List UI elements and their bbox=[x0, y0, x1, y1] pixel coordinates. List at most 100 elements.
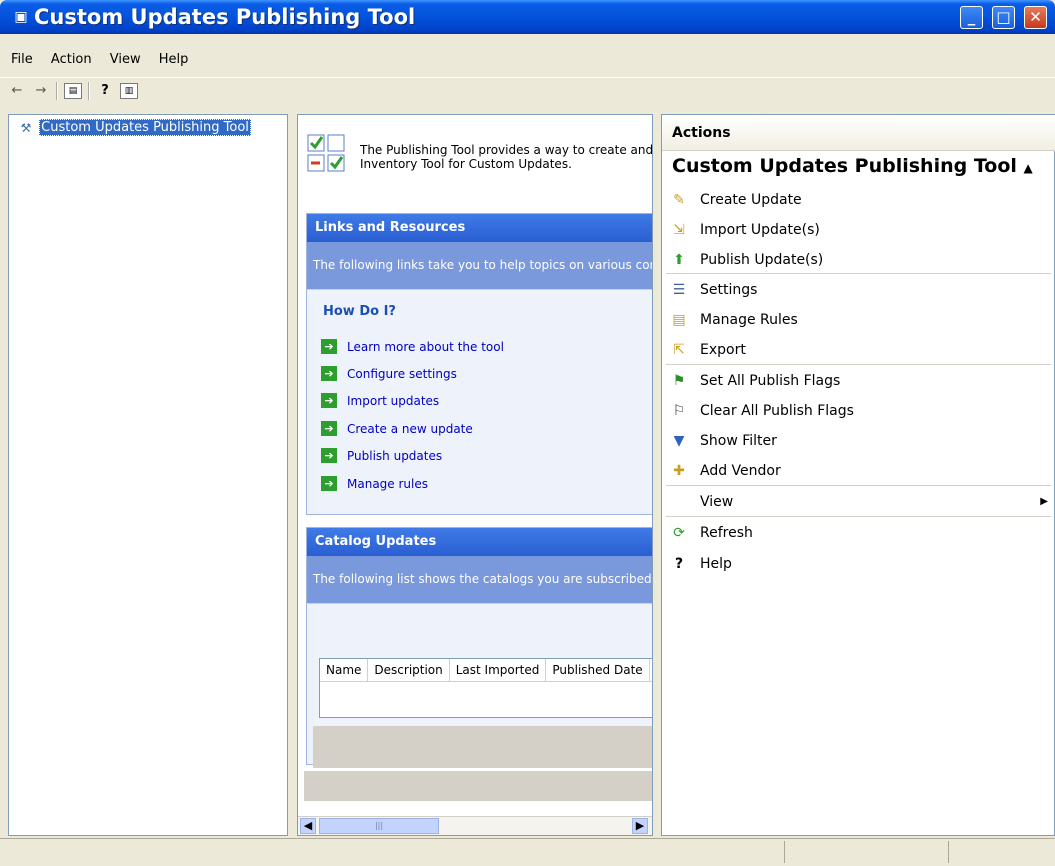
toolbar-separator bbox=[56, 82, 58, 100]
actions-pane: Actions Custom Updates Publishing Tool ▲… bbox=[661, 114, 1055, 836]
action-import-updates[interactable]: ⇲ Import Update(s) bbox=[662, 215, 1055, 245]
action-label: Create Update bbox=[700, 192, 802, 208]
menu-view[interactable]: View bbox=[103, 50, 148, 69]
results-pane: The Publishing Tool provides a way to cr… bbox=[297, 114, 653, 836]
action-export[interactable]: ⇱ Export bbox=[662, 335, 1055, 365]
link-manage-rules[interactable]: ➔ Manage rules bbox=[321, 476, 428, 496]
export-icon: ⇱ bbox=[673, 342, 685, 358]
actions-group-header[interactable]: Custom Updates Publishing Tool ▲ bbox=[672, 155, 1033, 177]
forward-arrow-icon[interactable]: → bbox=[30, 80, 52, 102]
link-import-updates[interactable]: ➔ Import updates bbox=[321, 393, 439, 413]
intro-line-2: Inventory Tool for Custom Updates. bbox=[360, 157, 572, 171]
tool-icon: ⚒ bbox=[20, 120, 32, 135]
arrow-right-icon: ➔ bbox=[321, 421, 337, 436]
howdoi-heading: How Do I? bbox=[323, 304, 396, 319]
intro-text: The Publishing Tool provides a way to cr… bbox=[360, 143, 653, 171]
action-divider bbox=[666, 516, 1051, 517]
minimize-button[interactable]: _ bbox=[960, 6, 983, 29]
action-divider bbox=[666, 273, 1051, 274]
checklist-icon bbox=[307, 134, 345, 172]
arrow-right-icon: ➔ bbox=[321, 393, 337, 408]
settings-icon: ☰ bbox=[672, 282, 686, 298]
action-settings[interactable]: ☰ Settings bbox=[662, 275, 1055, 305]
link-create-update[interactable]: ➔ Create a new update bbox=[321, 421, 473, 441]
window-title: Custom Updates Publishing Tool bbox=[34, 5, 416, 29]
menubar-divider bbox=[0, 77, 1055, 78]
actions-group-label: Custom Updates Publishing Tool bbox=[672, 155, 1017, 177]
action-divider bbox=[666, 485, 1051, 486]
arrow-right-icon: ➔ bbox=[321, 448, 337, 463]
title-bar[interactable]: ▣ Custom Updates Publishing Tool _ □ ✕ bbox=[0, 0, 1055, 34]
action-help[interactable]: ? Help bbox=[662, 549, 1055, 579]
tree-node-label: Custom Updates Publishing Tool bbox=[39, 119, 251, 136]
catalog-panel: Catalog Updates The following list shows… bbox=[306, 527, 652, 768]
show-hide-console-tree-icon[interactable]: ▤ bbox=[62, 80, 84, 102]
arrow-right-icon: ➔ bbox=[321, 339, 337, 354]
submenu-arrow-icon: ▶ bbox=[1040, 496, 1048, 507]
show-hide-action-pane-icon[interactable]: ▥ bbox=[118, 80, 140, 102]
close-icon: ✕ bbox=[1029, 8, 1042, 26]
action-set-all-publish-flags[interactable]: ⚑ Set All Publish Flags bbox=[662, 366, 1055, 396]
action-add-vendor[interactable]: ✚ Add Vendor bbox=[662, 456, 1055, 486]
scroll-thumb[interactable]: ||| bbox=[319, 818, 439, 834]
maximize-icon: □ bbox=[996, 8, 1011, 26]
minimize-icon: _ bbox=[967, 8, 976, 26]
back-arrow-icon[interactable]: ← bbox=[6, 80, 28, 102]
refresh-icon: ⟳ bbox=[673, 525, 685, 541]
action-label: Add Vendor bbox=[700, 463, 781, 479]
catalog-table[interactable]: Name Description Last Imported Published Da… bbox=[319, 658, 652, 718]
status-cell bbox=[948, 841, 949, 863]
column-name[interactable]: Name bbox=[320, 659, 369, 681]
catalog-table-header: Name Description Last Imported Published Da… bbox=[320, 659, 652, 682]
action-show-filter[interactable]: ▼ Show Filter bbox=[662, 426, 1055, 456]
actions-title: Actions bbox=[662, 115, 1055, 151]
scroll-left-icon[interactable]: ◀ bbox=[300, 818, 316, 834]
links-panel-header: Links and Resources bbox=[307, 214, 652, 242]
action-manage-rules[interactable]: ▤ Manage Rules bbox=[662, 305, 1055, 335]
status-cell bbox=[784, 841, 785, 863]
import-update-icon: ⇲ bbox=[673, 222, 685, 238]
action-label: Settings bbox=[700, 282, 758, 298]
close-button[interactable]: ✕ bbox=[1024, 6, 1047, 29]
menu-help[interactable]: Help bbox=[152, 50, 196, 69]
console-tree[interactable]: ⚒ Custom Updates Publishing Tool bbox=[8, 114, 288, 836]
action-refresh[interactable]: ⟳ Refresh bbox=[662, 518, 1055, 548]
intro-line-1: The Publishing Tool provides a way to cr… bbox=[360, 143, 653, 157]
action-divider bbox=[666, 364, 1051, 365]
action-label: Set All Publish Flags bbox=[700, 373, 841, 389]
action-publish-updates[interactable]: ⬆ Publish Update(s) bbox=[662, 245, 1055, 275]
create-update-icon: ✎ bbox=[673, 192, 685, 208]
help-icon: ? bbox=[674, 556, 684, 572]
link-publish-updates[interactable]: ➔ Publish updates bbox=[321, 448, 442, 468]
action-clear-all-publish-flags[interactable]: ⚐ Clear All Publish Flags bbox=[662, 396, 1055, 426]
link-learn-more[interactable]: ➔ Learn more about the tool bbox=[321, 339, 504, 359]
status-bar bbox=[0, 838, 1055, 866]
links-panel: Links and Resources The following links … bbox=[306, 213, 652, 515]
arrow-right-icon: ➔ bbox=[321, 476, 337, 491]
app-icon: ▣ bbox=[14, 9, 28, 25]
action-label: Manage Rules bbox=[700, 312, 798, 328]
collapse-icon[interactable]: ▲ bbox=[1024, 161, 1033, 175]
column-description[interactable]: Description bbox=[368, 659, 450, 681]
menu-file[interactable]: File bbox=[4, 50, 40, 69]
action-view[interactable]: View ▶ bbox=[662, 487, 1055, 517]
scroll-right-icon[interactable]: ▶ bbox=[632, 818, 648, 834]
clear-flags-icon: ⚐ bbox=[672, 403, 686, 419]
action-create-update[interactable]: ✎ Create Update bbox=[662, 185, 1055, 215]
bottom-strip bbox=[304, 771, 652, 801]
column-last-imported[interactable]: Last Imported bbox=[450, 659, 547, 681]
action-label: Import Update(s) bbox=[700, 222, 820, 238]
maximize-button[interactable]: □ bbox=[992, 6, 1015, 29]
horizontal-scrollbar[interactable]: ◀ ||| ▶ bbox=[298, 816, 652, 835]
action-label: Clear All Publish Flags bbox=[700, 403, 854, 419]
catalog-panel-header: Catalog Updates bbox=[307, 528, 652, 556]
catalog-panel-description: The following list shows the catalogs yo… bbox=[307, 556, 652, 604]
link-configure-settings[interactable]: ➔ Configure settings bbox=[321, 366, 457, 386]
tree-node-root[interactable]: ⚒ Custom Updates Publishing Tool bbox=[17, 119, 251, 137]
menu-action[interactable]: Action bbox=[44, 50, 99, 69]
action-label: Show Filter bbox=[700, 433, 777, 449]
menu-bar: File Action View Help bbox=[4, 50, 195, 74]
help-icon[interactable]: ? bbox=[94, 80, 116, 102]
action-label: View bbox=[700, 494, 734, 510]
column-published-date[interactable]: Published Date bbox=[546, 659, 650, 681]
